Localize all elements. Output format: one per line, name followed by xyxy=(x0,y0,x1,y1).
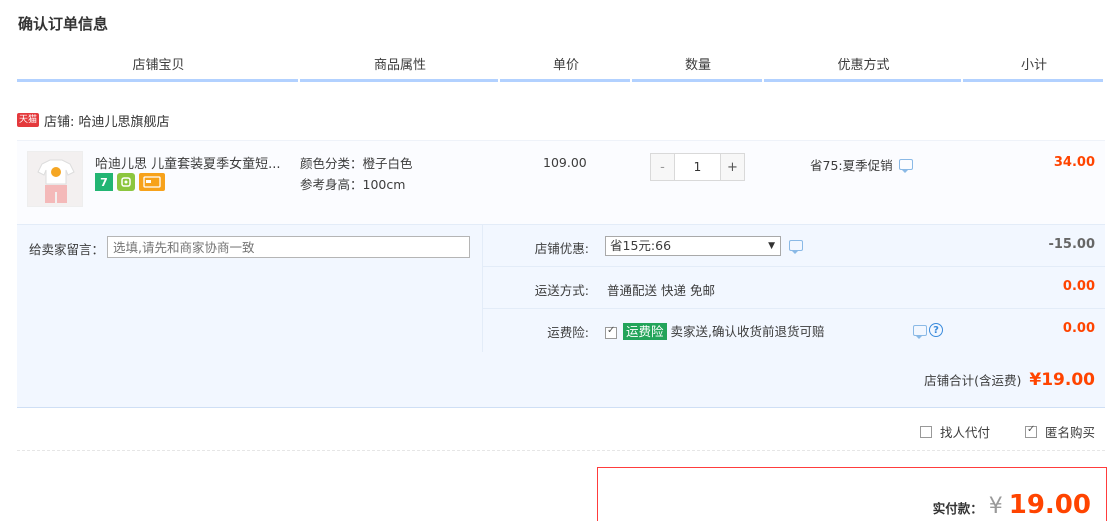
unit-price: 109.00 xyxy=(543,155,587,170)
shipping-row: 运送方式: 普通配送 快递 免邮 0.00 xyxy=(483,267,1105,309)
quantity-stepper: - 1 + xyxy=(650,153,745,181)
insurance-amount: 0.00 xyxy=(1062,321,1095,336)
payment-label: 实付款： xyxy=(932,501,983,516)
guarantee-icon[interactable] xyxy=(117,173,135,191)
promotion-text: 省75:夏季促销 xyxy=(810,158,893,173)
column-header-quantity: 数量 xyxy=(632,56,764,82)
seller-message-area: 给卖家留言： xyxy=(17,225,483,352)
anonymous-purchase-label: 匿名购买 xyxy=(1044,425,1095,440)
shop-name-link[interactable]: 店铺: 哈迪儿思旗舰店 xyxy=(44,111,170,130)
shop-discount-selected: 省15元:66 xyxy=(610,238,672,253)
shop-discount-label: 店铺优惠: xyxy=(534,241,589,256)
shop-discount-select[interactable]: 省15元:66 ▼ xyxy=(605,236,781,256)
payment-amount: 19.00 xyxy=(1008,490,1091,520)
seller-message-input[interactable] xyxy=(107,236,470,258)
seller-message-label: 给卖家留言： xyxy=(29,242,105,257)
tmall-icon: 天猫 xyxy=(17,113,40,127)
shop-line: 天猫 店铺: 哈迪儿思旗舰店 xyxy=(17,110,170,130)
column-header-item: 店铺宝贝 xyxy=(17,56,300,82)
order-item-row: 哈迪儿思 儿童套装夏季女童短... 7 颜色分类：橙子白色 参考身高：100cm… xyxy=(17,140,1105,224)
insurance-row: 运费险: 运费险卖家送,确认收货前退货可赔 ? 0.00 xyxy=(483,309,1105,351)
payment-summary-box: 实付款： ¥ 19.00 xyxy=(597,467,1107,521)
column-header-attributes: 商品属性 xyxy=(300,56,500,82)
shop-discount-amount: -15.00 xyxy=(1048,237,1095,252)
product-title-link[interactable]: 哈迪儿思 儿童套装夏季女童短... xyxy=(95,153,285,172)
column-header-discount: 优惠方式 xyxy=(764,56,963,82)
anonymous-purchase-checkbox[interactable] xyxy=(1024,424,1037,438)
chevron-down-icon: ▼ xyxy=(768,241,775,251)
currency-symbol: ¥ xyxy=(988,494,1003,519)
shipping-amount: 0.00 xyxy=(1062,279,1095,294)
insurance-text: 卖家送,确认收货前退货可赔 xyxy=(670,324,825,339)
order-options-row: 找人代付 匿名购买 xyxy=(17,409,1105,451)
anonymous-purchase-option[interactable]: 匿名购买 xyxy=(1024,422,1095,441)
insurance-label: 运费险: xyxy=(547,325,589,340)
shop-discount-row: 店铺优惠: 省15元:66 ▼ -15.00 xyxy=(483,225,1105,267)
credit-card-icon[interactable] xyxy=(139,173,165,191)
quantity-input[interactable]: 1 xyxy=(674,154,721,180)
pay-by-others-option[interactable]: 找人代付 xyxy=(919,422,990,441)
quantity-increase-button[interactable]: + xyxy=(721,154,744,180)
seven-day-return-icon[interactable]: 7 xyxy=(95,173,113,191)
product-color-attribute: 颜色分类：橙子白色 xyxy=(300,156,413,171)
chat-icon[interactable] xyxy=(898,159,913,173)
shipping-method: 普通配送 快递 免邮 xyxy=(607,283,715,298)
item-subtotal: 34.00 xyxy=(1053,155,1095,170)
item-promotion: 省75:夏季促销 xyxy=(810,155,913,174)
shop-total-line: 店铺合计(含运费) ¥19.00 xyxy=(924,370,1095,390)
column-header-price: 单价 xyxy=(500,56,632,82)
quantity-decrease-button[interactable]: - xyxy=(651,154,674,180)
pay-by-others-checkbox[interactable] xyxy=(919,425,932,438)
shop-total-amount: ¥19.00 xyxy=(1029,370,1095,390)
help-icon[interactable]: ? xyxy=(929,323,943,337)
column-header-subtotal: 小计 xyxy=(963,56,1105,82)
page-title: 确认订单信息 xyxy=(18,15,109,33)
chat-icon[interactable] xyxy=(789,240,803,254)
chat-icon[interactable] xyxy=(913,325,927,339)
shipping-label: 运送方式: xyxy=(534,283,589,298)
insurance-option: 运费险卖家送,确认收货前退货可赔 xyxy=(605,321,825,340)
pay-by-others-label: 找人代付 xyxy=(939,425,990,440)
shop-total-label: 店铺合计(含运费) xyxy=(924,373,1022,388)
product-size-attribute: 参考身高：100cm xyxy=(300,177,406,192)
payment-total-line: 实付款： ¥ 19.00 xyxy=(933,490,1091,520)
service-badges: 7 xyxy=(95,173,165,191)
insurance-checkbox[interactable] xyxy=(605,325,617,339)
table-header: 店铺宝贝 商品属性 单价 数量 优惠方式 小计 xyxy=(17,56,1105,82)
shop-summary-panel: 给卖家留言： 店铺优惠: 省15元:66 ▼ -15.00 运送方式: 普通配送… xyxy=(17,224,1105,408)
insurance-badge: 运费险 xyxy=(623,323,667,340)
product-thumbnail[interactable] xyxy=(27,151,83,207)
